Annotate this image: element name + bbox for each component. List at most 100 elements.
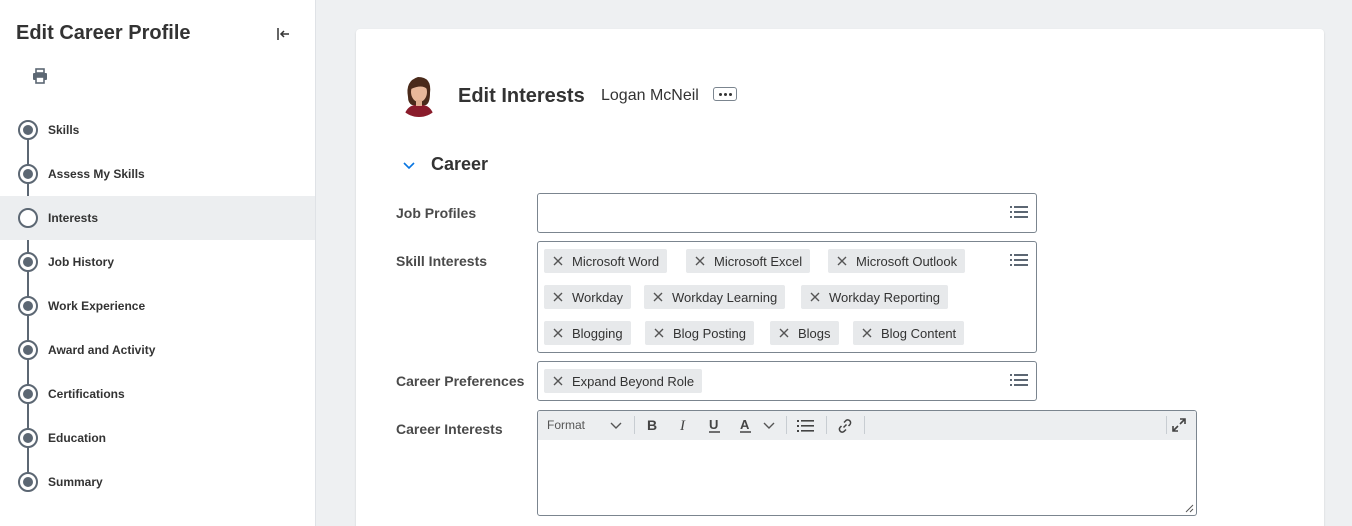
- step-label: Work Experience: [48, 299, 146, 313]
- tag-label: Expand Beyond Role: [572, 373, 695, 389]
- step-certifications[interactable]: Certifications: [0, 372, 315, 416]
- more-dots-icon: [728, 92, 732, 96]
- text-color-icon[interactable]: A: [739, 417, 753, 434]
- step-list: Skills Assess My Skills Interests Job Hi…: [0, 108, 315, 504]
- skill-interests-input[interactable]: Microsoft Word Microsoft Excel Microsoft…: [537, 241, 1037, 353]
- step-label: Job History: [48, 255, 115, 269]
- bullet-list-icon[interactable]: [797, 419, 815, 433]
- skill-tag: Microsoft Word: [544, 249, 668, 273]
- chevron-down-icon: [403, 162, 415, 170]
- career-interests-label: Career Interests: [396, 421, 503, 437]
- list-icon[interactable]: [1010, 373, 1028, 387]
- svg-text:A: A: [740, 417, 750, 432]
- svg-text:I: I: [679, 418, 686, 433]
- tag-label: Blog Content: [881, 325, 957, 341]
- career-interests-textarea[interactable]: [538, 440, 1196, 515]
- bold-icon[interactable]: B: [645, 417, 659, 433]
- step-label: Interests: [48, 211, 99, 225]
- collapse-left-icon: [277, 28, 289, 40]
- step-label: Assess My Skills: [48, 167, 145, 181]
- close-icon[interactable]: [653, 327, 665, 339]
- step-label: Certifications: [48, 387, 125, 401]
- step-label: Skills: [48, 123, 80, 137]
- list-icon[interactable]: [1010, 253, 1028, 267]
- step-indicator: [18, 384, 38, 404]
- tag-label: Workday Learning: [672, 289, 778, 305]
- more-dots-icon: [718, 92, 722, 96]
- step-work-experience[interactable]: Work Experience: [0, 284, 315, 328]
- close-icon[interactable]: [778, 327, 790, 339]
- step-interests[interactable]: Interests: [0, 196, 315, 240]
- skill-tag: Blogging: [544, 321, 631, 345]
- close-icon[interactable]: [809, 291, 821, 303]
- chevron-down-icon[interactable]: [763, 421, 775, 431]
- more-dots-icon: [723, 92, 727, 96]
- resize-handle-icon[interactable]: [1184, 503, 1194, 513]
- print-button[interactable]: [30, 66, 50, 86]
- step-skills[interactable]: Skills: [0, 108, 315, 152]
- step-award-and-activity[interactable]: Award and Activity: [0, 328, 315, 372]
- editor-toolbar: Format B I U A: [538, 411, 1196, 440]
- tag-label: Microsoft Word: [572, 253, 660, 269]
- expand-icon[interactable]: [1172, 418, 1186, 432]
- collapse-sidebar-button[interactable]: [275, 26, 291, 42]
- close-icon[interactable]: [552, 291, 564, 303]
- step-indicator-current: [18, 208, 38, 228]
- sidebar: Edit Career Profile Skills Assess My Ski…: [0, 0, 316, 526]
- avatar[interactable]: [396, 71, 442, 117]
- career-preferences-label: Career Preferences: [396, 373, 525, 389]
- step-summary[interactable]: Summary: [0, 460, 315, 504]
- job-profiles-label: Job Profiles: [396, 205, 477, 221]
- svg-text:B: B: [647, 417, 657, 433]
- toolbar-divider: [864, 416, 865, 434]
- step-education[interactable]: Education: [0, 416, 315, 460]
- related-actions-button[interactable]: [713, 87, 737, 101]
- edit-interests-card: Edit Interests Logan McNeil Career Job P…: [356, 29, 1324, 526]
- page-title: Edit Interests: [458, 85, 585, 107]
- close-icon[interactable]: [552, 375, 564, 387]
- skill-tag: Microsoft Excel: [686, 249, 811, 273]
- step-label: Education: [48, 431, 107, 445]
- close-icon[interactable]: [694, 255, 706, 267]
- tag-label: Workday Reporting: [829, 289, 941, 305]
- close-icon[interactable]: [652, 291, 664, 303]
- skill-tag: Workday: [544, 285, 632, 309]
- toolbar-divider: [1166, 416, 1167, 434]
- skill-tag: Blog Content: [853, 321, 965, 345]
- sidebar-title: Edit Career Profile: [16, 22, 191, 44]
- toolbar-divider: [786, 416, 787, 434]
- skill-tag: Microsoft Outlook: [828, 249, 966, 273]
- job-profiles-input[interactable]: [537, 193, 1037, 233]
- format-dropdown[interactable]: Format: [547, 418, 585, 432]
- skill-tag: Workday Learning: [644, 285, 786, 309]
- skill-tag: Blogs: [770, 321, 839, 345]
- close-icon[interactable]: [861, 327, 873, 339]
- skill-tag: Blog Posting: [645, 321, 754, 345]
- chevron-down-icon[interactable]: [610, 421, 622, 431]
- worker-name-link[interactable]: Logan McNeil: [601, 87, 699, 105]
- section-collapse-toggle[interactable]: [402, 158, 416, 172]
- tag-label: Blogs: [798, 325, 831, 341]
- career-interests-editor: Format B I U A: [537, 410, 1197, 516]
- tag-label: Microsoft Excel: [714, 253, 803, 269]
- tag-label: Workday: [572, 289, 624, 305]
- tag-label: Blogging: [572, 325, 623, 341]
- list-icon[interactable]: [1010, 205, 1028, 219]
- step-assess-my-skills[interactable]: Assess My Skills: [0, 152, 315, 196]
- tag-label: Microsoft Outlook: [856, 253, 958, 269]
- step-indicator: [18, 428, 38, 448]
- italic-icon[interactable]: I: [677, 417, 691, 433]
- underline-icon[interactable]: U: [708, 417, 722, 434]
- close-icon[interactable]: [552, 327, 564, 339]
- toolbar-divider: [634, 416, 635, 434]
- link-icon[interactable]: [837, 418, 853, 434]
- tag-label: Blog Posting: [673, 325, 746, 341]
- step-job-history[interactable]: Job History: [0, 240, 315, 284]
- close-icon[interactable]: [552, 255, 564, 267]
- svg-text:U: U: [709, 417, 718, 432]
- step-indicator: [18, 120, 38, 140]
- skill-tag: Workday Reporting: [801, 285, 949, 309]
- career-preferences-input[interactable]: Expand Beyond Role: [537, 361, 1037, 401]
- person-photo-icon: [396, 71, 442, 117]
- close-icon[interactable]: [836, 255, 848, 267]
